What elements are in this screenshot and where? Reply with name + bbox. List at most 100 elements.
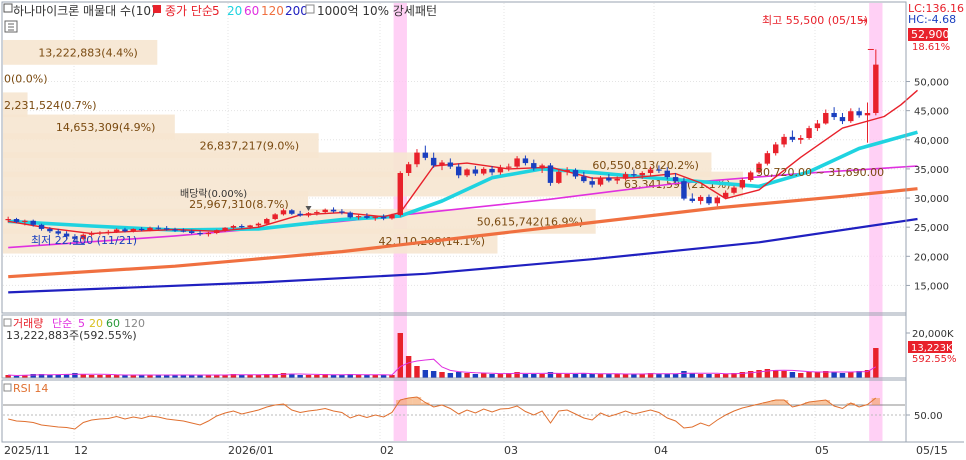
high-arrow-icon: → [858, 14, 867, 27]
profile-label: 0(0.0%) [4, 73, 48, 86]
candle-body [47, 228, 53, 232]
volume-bar [806, 372, 812, 378]
pattern-label: 1000억 10% 강세패턴 [317, 4, 437, 18]
volume-bar [589, 374, 595, 378]
candle-body [347, 212, 353, 218]
candle-body [214, 230, 220, 233]
volume-bar [781, 371, 787, 378]
volume-bar [747, 371, 754, 378]
candle-body [247, 225, 253, 228]
candle-body [138, 228, 145, 231]
volume-bar [597, 374, 604, 378]
x-label-05-15: 05/15 [916, 444, 948, 457]
candle-body [714, 197, 721, 204]
candle-body [22, 220, 28, 222]
candle-body [798, 138, 804, 140]
volume-bar [672, 374, 679, 378]
high-annotation: 최고 55,500 (05/15) [762, 14, 868, 27]
volume-bar [706, 374, 712, 378]
low-annotation: 최저 22,400 (11/21) [31, 234, 137, 247]
candle-body [339, 211, 345, 213]
candle-body [180, 230, 187, 232]
candle-body [38, 224, 45, 229]
candle-body [464, 169, 470, 176]
candle-body [414, 152, 420, 165]
current-change: 18.61% [912, 42, 950, 53]
volume-bar [606, 374, 612, 378]
volume-bar [414, 366, 420, 378]
candle-body [614, 178, 620, 181]
volume-bar [848, 372, 854, 378]
volume-bar [664, 374, 670, 378]
candle-body [397, 172, 403, 215]
volume-bar [539, 374, 545, 378]
candle-body [130, 228, 137, 232]
candle-body [639, 172, 645, 176]
candle-body [255, 223, 262, 226]
candle-body [722, 192, 729, 198]
candle-body [631, 174, 637, 176]
volume-current-pct: 592.55% [912, 354, 957, 365]
candle-body [564, 170, 570, 172]
candle-body [163, 228, 170, 230]
candle-body [447, 162, 454, 167]
candle-body [572, 170, 579, 177]
candle-body [531, 163, 537, 169]
candle-body [706, 196, 712, 204]
volume-current: 13,223K [911, 343, 953, 354]
volume-bar [614, 374, 620, 378]
volume-bar [439, 372, 445, 378]
stock-label: 하나마이크론 매물대 수(10) [13, 4, 156, 18]
candle-body [113, 229, 120, 232]
candle-body [389, 214, 395, 219]
volume-bar [572, 374, 579, 378]
volume-bar [714, 374, 721, 378]
candle-body [539, 165, 545, 169]
candle-body [364, 216, 370, 218]
candle-body [272, 214, 278, 220]
y-tick-label: 45,000 [914, 107, 949, 118]
candle-body [589, 181, 595, 185]
candle-body [422, 152, 429, 158]
candle-body [497, 167, 504, 173]
candle-body [264, 219, 270, 224]
candle-body [297, 213, 303, 216]
candle-body [506, 166, 512, 168]
rsi-overbought-fill [412, 397, 422, 405]
ma-period-120: 120 [261, 4, 284, 18]
profile-label: 13,222,883(4.4%) [38, 46, 138, 59]
volume-bar [289, 374, 295, 378]
candle-body [105, 231, 111, 233]
candle-body [664, 170, 670, 178]
volume-bar [397, 333, 403, 378]
candle-body [289, 210, 295, 214]
candle-body [322, 209, 328, 213]
candle-body [731, 187, 737, 193]
volume-bar [831, 372, 837, 378]
profile-label: 60,550,813(20.2%) [592, 159, 699, 172]
candle-body [789, 136, 796, 140]
volume-bar [839, 373, 846, 378]
collapse-toggle-icon[interactable] [3, 3, 13, 13]
volume-bar [789, 372, 796, 378]
ma-period-200: 200 [285, 4, 308, 18]
ma-title: 종가 단순 [165, 4, 213, 18]
candle-body [814, 123, 821, 129]
hc-label: HC:-4.68 [908, 13, 956, 26]
volume-bar [656, 374, 662, 378]
volume-bar [798, 373, 804, 378]
candle-body [514, 158, 520, 167]
volume-bar [489, 374, 495, 378]
x-label-02: 02 [380, 444, 394, 457]
candle-body [873, 64, 879, 113]
ma-legend-swatch [153, 5, 161, 13]
y-tick-label: 15,000 [914, 281, 949, 292]
volume-bar [722, 374, 729, 378]
candle-body [647, 169, 654, 173]
profile-label: 26,837,217(9.0%) [200, 140, 300, 153]
x-label-2026-01: 2026/01 [228, 444, 274, 457]
volume-bar [756, 370, 762, 378]
stock-chart[interactable]: 13,222,883(4.4%) 0(0.0%) 2,231,524(0.7%) 14… [0, 0, 966, 457]
candle-body [781, 136, 787, 145]
candle-body [622, 174, 629, 179]
